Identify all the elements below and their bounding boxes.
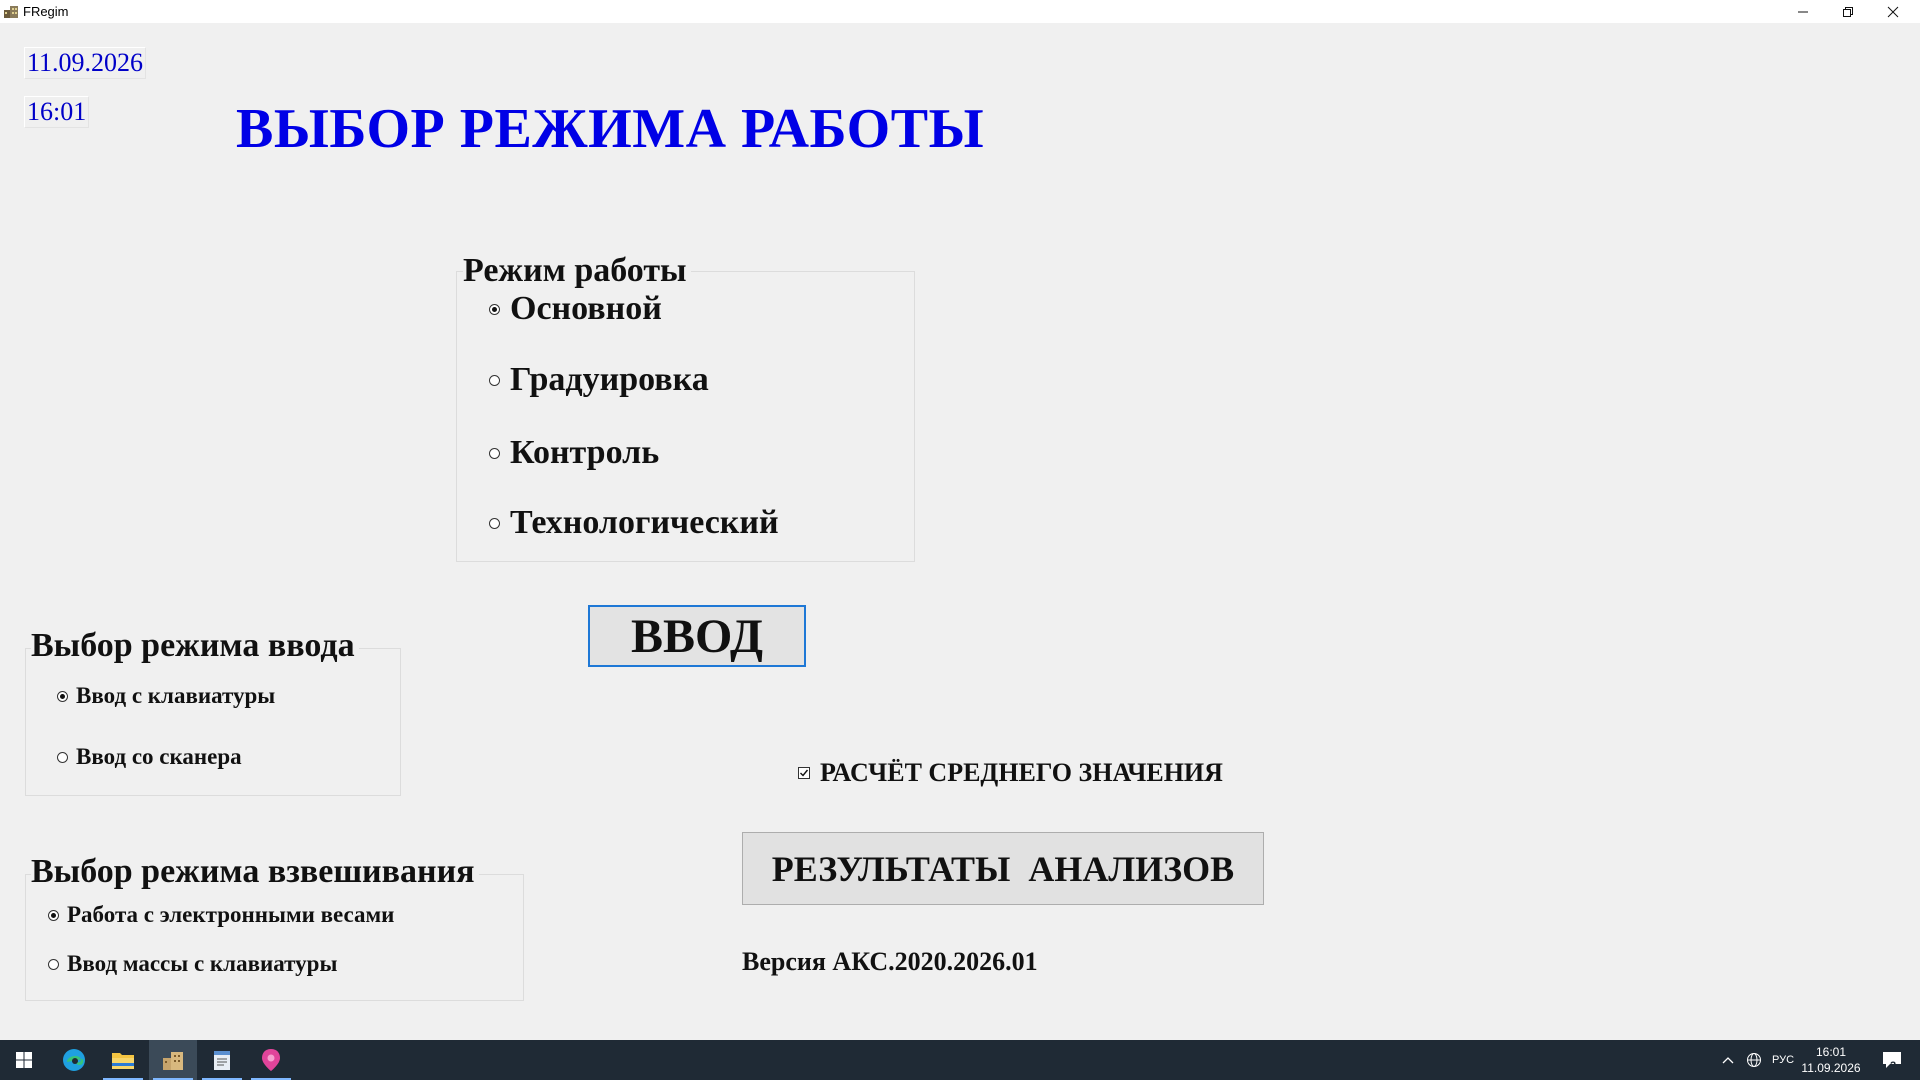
analysis-results-button[interactable]: РЕЗУЛЬТАТЫ АНАЛИЗОВ bbox=[742, 832, 1264, 905]
radio-indicator-work-control[interactable] bbox=[489, 447, 500, 459]
radio-work-control[interactable]: Контроль bbox=[489, 434, 659, 472]
radio-indicator-work-technological[interactable] bbox=[489, 517, 500, 529]
radio-label-input-scanner: Ввод со сканера bbox=[76, 744, 242, 769]
radio-work-technological[interactable]: Технологический bbox=[489, 504, 779, 542]
radio-work-calibration[interactable]: Градуировка bbox=[489, 361, 709, 399]
radio-label-work-calibration: Градуировка bbox=[510, 361, 709, 398]
date-display: 11.09.2026 bbox=[24, 47, 147, 79]
input-mode-legend: Выбор режима ввода bbox=[31, 627, 359, 665]
minimize-icon bbox=[1797, 11, 1808, 12]
radio-indicator-work-main[interactable] bbox=[489, 303, 500, 315]
window-titlebar: FRegim bbox=[0, 0, 1920, 23]
version-label: Версия АКС.2020.2026.01 bbox=[742, 947, 1038, 976]
close-icon bbox=[1887, 6, 1898, 17]
weigh-mode-group bbox=[25, 874, 524, 1001]
radio-input-keyboard[interactable]: Ввод с клавиатуры bbox=[57, 683, 275, 709]
radio-weigh-manual[interactable]: Ввод массы с клавиатуры bbox=[48, 951, 337, 977]
notification-center[interactable]: 2 bbox=[1874, 1040, 1910, 1080]
radio-weigh-electronic[interactable]: Работа с электронными весами bbox=[48, 902, 394, 928]
taskbar-edge[interactable] bbox=[50, 1040, 98, 1080]
notification-count: 2 bbox=[1890, 1060, 1897, 1072]
building-app-icon bbox=[4, 6, 18, 18]
radio-indicator-work-calibration[interactable] bbox=[489, 374, 500, 386]
time-display: 16:01 bbox=[24, 96, 90, 128]
windows-start-icon bbox=[16, 1052, 32, 1068]
maps-pin-icon bbox=[262, 1049, 280, 1071]
tray-language[interactable]: РУС bbox=[1768, 1040, 1798, 1080]
tray-network[interactable] bbox=[1742, 1040, 1766, 1080]
taskbar-clock[interactable]: 16:01 11.09.2026 bbox=[1796, 1044, 1866, 1076]
average-calc-checkbox-row[interactable]: РАСЧЁТ СРЕДНЕГО ЗНАЧЕНИЯ bbox=[798, 758, 1223, 788]
taskbar-maps[interactable] bbox=[247, 1040, 295, 1080]
file-explorer-icon bbox=[112, 1053, 134, 1069]
radio-indicator-weigh-electronic[interactable] bbox=[48, 909, 59, 921]
radio-label-work-control: Контроль bbox=[510, 434, 660, 471]
edge-browser-icon bbox=[63, 1049, 85, 1071]
radio-indicator-input-keyboard[interactable] bbox=[57, 690, 68, 702]
work-mode-legend: Режим работы bbox=[463, 252, 691, 290]
radio-label-work-technological: Технологический bbox=[510, 504, 779, 541]
clock-date: 11.09.2026 bbox=[1801, 1061, 1861, 1075]
checkmark-icon bbox=[800, 769, 809, 777]
input-mode-group bbox=[25, 648, 401, 796]
window-title: FRegim bbox=[23, 4, 69, 19]
notepad-icon bbox=[214, 1051, 230, 1070]
close-button[interactable] bbox=[1870, 0, 1915, 23]
chevron-up-icon bbox=[1722, 1057, 1734, 1064]
restore-icon bbox=[1842, 6, 1853, 17]
radio-input-scanner[interactable]: Ввод со сканера bbox=[57, 744, 242, 770]
taskbar-explorer[interactable] bbox=[99, 1040, 147, 1080]
minimize-button[interactable] bbox=[1780, 0, 1825, 23]
tray-overflow[interactable] bbox=[1718, 1040, 1738, 1080]
radio-work-main[interactable]: Основной bbox=[489, 290, 662, 328]
enter-button[interactable]: ВВОД bbox=[588, 605, 806, 667]
taskbar: РУС 16:01 11.09.2026 2 bbox=[0, 1040, 1920, 1080]
taskbar-notepad[interactable] bbox=[198, 1040, 246, 1080]
average-calc-checkbox[interactable] bbox=[798, 767, 810, 779]
page-title: ВЫБОР РЕЖИМА РАБОТЫ bbox=[236, 98, 985, 160]
radio-label-work-main: Основной bbox=[510, 290, 662, 327]
clock-time: 16:01 bbox=[1815, 1045, 1847, 1059]
restore-button[interactable] bbox=[1825, 0, 1870, 23]
globe-icon bbox=[1747, 1053, 1761, 1067]
radio-label-input-keyboard: Ввод с клавиатуры bbox=[76, 683, 276, 708]
taskbar-fregim[interactable] bbox=[149, 1040, 197, 1080]
radio-indicator-weigh-manual[interactable] bbox=[48, 958, 59, 970]
radio-label-weigh-manual: Ввод массы с клавиатуры bbox=[67, 951, 338, 976]
fregim-app-icon bbox=[163, 1052, 183, 1070]
radio-label-weigh-electronic: Работа с электронными весами bbox=[67, 902, 395, 927]
start-button[interactable] bbox=[0, 1040, 48, 1080]
average-calc-label: РАСЧЁТ СРЕДНЕГО ЗНАЧЕНИЯ bbox=[820, 758, 1223, 787]
weigh-mode-legend: Выбор режима взвешивания bbox=[31, 853, 479, 891]
radio-indicator-input-scanner[interactable] bbox=[57, 751, 68, 763]
